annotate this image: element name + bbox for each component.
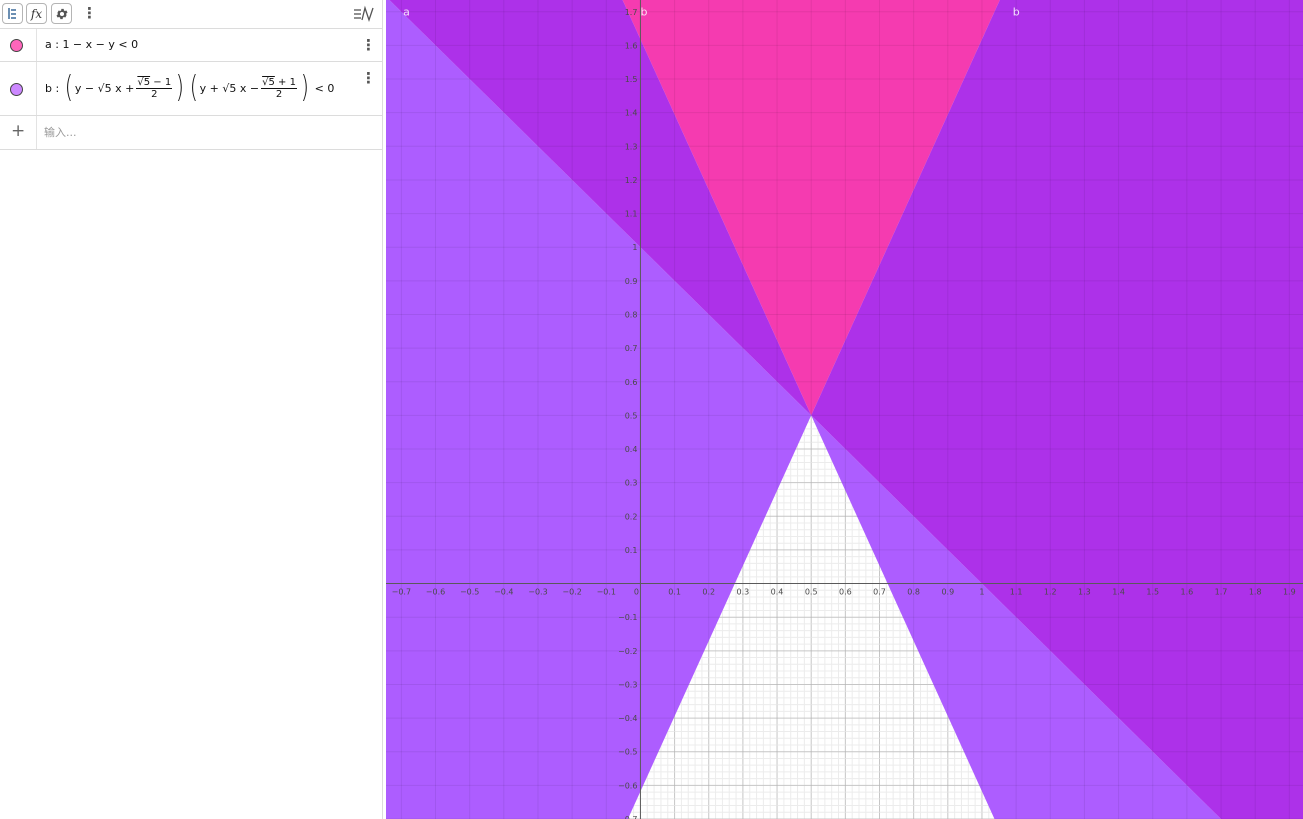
algebra-row-b[interactable]: b : ( y − √5 x + √5 − 1 2 ) ( y + √5 x −… (0, 61, 382, 116)
x-tick-label: 1.9 (1283, 588, 1296, 597)
x-tick-label: −0.7 (392, 588, 411, 597)
x-tick-label: 0.5 (805, 588, 818, 597)
gear-glyph (55, 8, 68, 19)
fraction-1: √5 − 1 2 (136, 76, 173, 100)
paren-open: ( (64, 70, 74, 105)
y-tick-label: 1.1 (625, 210, 638, 219)
y-tick-label: −0.7 (618, 815, 637, 819)
y-tick-label: 0.6 (625, 378, 638, 387)
curve-label: b (640, 6, 647, 19)
y-tick-label: −0.6 (618, 781, 637, 790)
more-vertical-icon[interactable]: ⋮ (82, 4, 97, 22)
y-tick-label: 0.4 (625, 445, 638, 454)
gear-icon[interactable] (51, 3, 72, 24)
x-tick-label: 0.3 (737, 588, 750, 597)
fraction-2-numerator: √5 + 1 (261, 77, 297, 89)
x-tick-label: 0.6 (839, 588, 852, 597)
y-tick-label: 1.2 (625, 176, 638, 185)
x-tick-label: −0.6 (426, 588, 445, 597)
factor-1-left: y − √5 x + (74, 81, 135, 95)
fx-button[interactable]: fx (26, 3, 47, 24)
algebra-input-row[interactable]: + 输入... (0, 115, 382, 150)
graphics-view-toggle-icon[interactable] (353, 4, 375, 24)
factor-2-left: y + √5 x − (199, 81, 260, 95)
paren-open: ( (189, 70, 198, 105)
fraction-2-rest: + 1 (274, 76, 296, 88)
curve-label: b (1013, 6, 1020, 19)
visibility-marble-a[interactable] (10, 39, 23, 52)
y-tick-label: −0.4 (618, 714, 637, 723)
y-tick-label: 0.7 (625, 344, 638, 353)
y-tick-label: −0.3 (618, 680, 637, 689)
x-tick-label: −0.4 (494, 588, 513, 597)
x-tick-label: 1.5 (1146, 588, 1159, 597)
y-tick-label: 0.5 (625, 411, 638, 420)
x-tick-label: −0.2 (562, 588, 581, 597)
algebra-row-a[interactable]: a : 1 − x − y < 0 ⋮ (0, 28, 382, 62)
x-tick-label: 0.8 (907, 588, 920, 597)
y-tick-label: −0.5 (618, 748, 637, 757)
algebra-panel: fx ⋮ a : 1 − x − y < 0 ⋮ b : ( y − √5 x … (0, 0, 383, 819)
y-tick-label: 0.9 (625, 277, 638, 286)
fraction-2-denominator: 2 (275, 88, 283, 100)
input-bar[interactable]: 输入... (44, 124, 77, 140)
add-icon[interactable]: + (11, 122, 25, 140)
x-tick-label: 1.6 (1181, 588, 1194, 597)
x-tick-label: 1.8 (1249, 588, 1262, 597)
x-tick-label: −0.3 (528, 588, 547, 597)
fraction-1-rest: − 1 (150, 76, 172, 88)
y-tick-label: 0.3 (625, 479, 638, 488)
paren-close: ) (175, 70, 185, 105)
fraction-1-root: √5 (137, 76, 151, 88)
x-tick-label: 0.4 (771, 588, 784, 597)
x-tick-label: 0.2 (702, 588, 715, 597)
x-tick-label: 0.7 (873, 588, 886, 597)
x-tick-label: 1 (979, 588, 984, 597)
row-a-menu-icon[interactable]: ⋮ (361, 38, 376, 53)
row-b-menu-icon[interactable]: ⋮ (361, 71, 376, 86)
y-tick-label: 0.1 (625, 546, 638, 555)
paren-close: ) (300, 70, 309, 105)
x-tick-label: 0.1 (668, 588, 681, 597)
row-divider (36, 62, 37, 116)
x-tick-label: 0.9 (941, 588, 954, 597)
x-tick-label: 1.3 (1078, 588, 1091, 597)
algebra-toolbar: fx ⋮ (0, 0, 382, 28)
graphics-canvas[interactable]: −0.7 −0.6 −0.5 −0.4 −0.3 −0.2 −0.1 0 0.1 0.2 0.3 0.… (386, 0, 1303, 819)
fraction-2-root: √5 (262, 76, 275, 88)
y-tick-label: 0.8 (625, 310, 638, 319)
y-tick-label: 1.3 (625, 142, 638, 151)
x-tick-label: 0 (634, 588, 639, 597)
y-tick-label: −0.1 (618, 613, 637, 622)
algebra-view-icon[interactable] (2, 3, 23, 24)
x-tick-label: −0.1 (597, 588, 616, 597)
algebra-view-glyph (8, 8, 16, 19)
fraction-2: √5 + 1 2 (261, 77, 297, 100)
curve-label: a (403, 6, 410, 19)
fraction-1-numerator: √5 − 1 (136, 76, 173, 89)
y-tick-label: 1.5 (625, 75, 638, 84)
graphics-view[interactable]: −0.7 −0.6 −0.5 −0.4 −0.3 −0.2 −0.1 0 0.1 0.2 0.3 0.… (386, 0, 1303, 819)
x-tick-label: 1.1 (1010, 588, 1023, 597)
y-tick-label: 1 (632, 243, 637, 252)
x-tick-label: 1.7 (1215, 588, 1228, 597)
visibility-marble-b[interactable] (10, 83, 23, 96)
y-tick-label: −0.2 (618, 647, 637, 656)
y-tick-label: 0.2 (625, 512, 638, 521)
graphics-view-glyph (354, 5, 374, 23)
row-divider (36, 116, 37, 149)
expression-a[interactable]: a : 1 − x − y < 0 (45, 38, 138, 51)
y-tick-label: 1.7 (625, 8, 638, 17)
x-tick-label: 1.2 (1044, 588, 1057, 597)
row-divider (36, 29, 37, 62)
expression-b-name: b : (45, 81, 60, 95)
x-tick-label: −0.5 (460, 588, 479, 597)
x-tick-label: 1.4 (1112, 588, 1125, 597)
fraction-1-denominator: 2 (151, 88, 158, 100)
y-tick-label: 1.6 (625, 41, 638, 50)
expression-b-tail: < 0 (314, 81, 335, 95)
expression-b[interactable]: b : ( y − √5 x + √5 − 1 2 ) ( y + √5 x −… (45, 73, 334, 103)
fx-label: fx (30, 6, 43, 21)
y-tick-label: 1.4 (625, 109, 638, 118)
